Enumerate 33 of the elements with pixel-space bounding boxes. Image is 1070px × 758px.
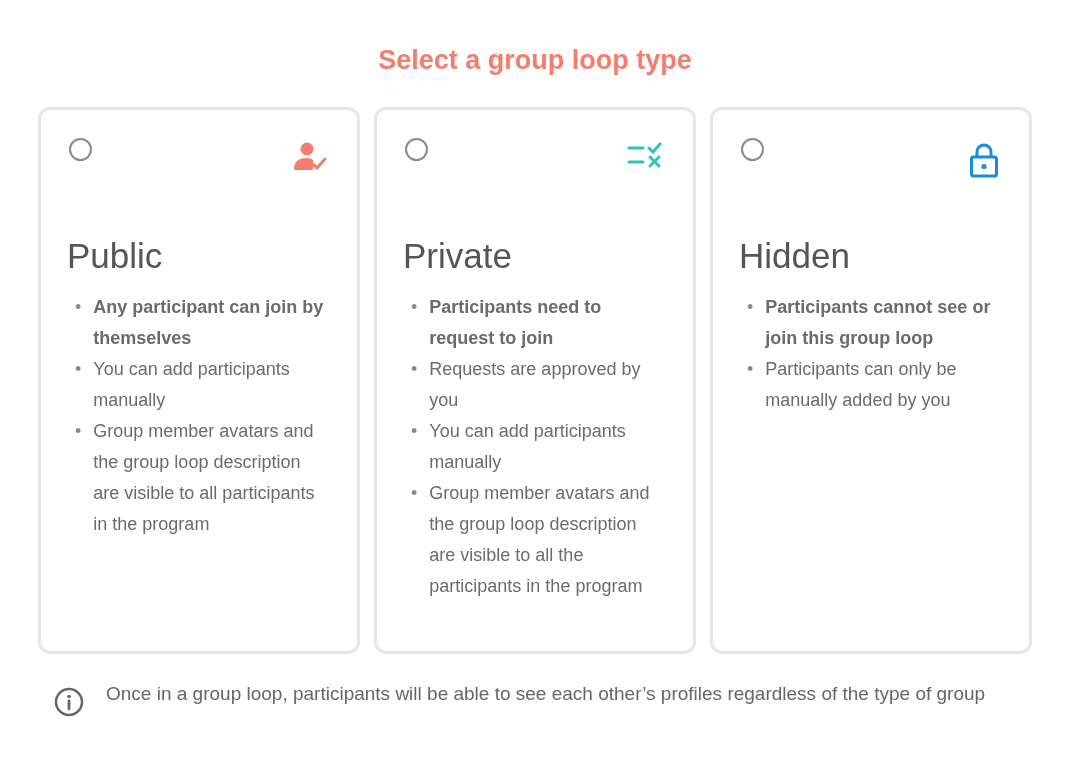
option-title: Private: [403, 234, 513, 277]
bullet-text: Group member avatars and the group loop description are visible to all participants in the program: [93, 420, 316, 536]
bullet-text: Participants need to request to join: [429, 296, 603, 350]
bullet-text: Any participant can join by themselves: [93, 296, 325, 350]
info-note: Once in a group loop, participants will be able to see each other’s profiles regardless of the type of group: [106, 681, 986, 706]
option-title: Public: [67, 234, 164, 277]
radio-button[interactable]: [69, 137, 92, 161]
option-card[interactable]: Hidden • Participants cannot see or join this group loop • Participants can only be manually added by you: [710, 106, 1032, 654]
bullet-text: Requests are approved by you: [429, 358, 642, 412]
bullet-marker: •: [747, 358, 754, 381]
bullet-marker: •: [747, 296, 754, 319]
lock-icon: [969, 141, 999, 178]
bullet-text: You can add participants manually: [429, 420, 627, 474]
option-card[interactable]: [374, 106, 696, 654]
option-title: Hidden: [739, 234, 851, 277]
bullet-marker: •: [411, 420, 418, 443]
bullet-marker: •: [411, 358, 418, 381]
bullet-text: Group member avatars and the group loop description are visible to all the participants in the program: [429, 482, 651, 598]
bullet-text: Participants can only be manually added by you: [765, 358, 958, 412]
bullet-marker: •: [75, 358, 82, 381]
bullet-marker: •: [75, 420, 82, 443]
list-check-icon: [627, 141, 663, 170]
radio-button[interactable]: [405, 137, 428, 161]
option-card[interactable]: Public • Any participant can join by themselves • You can add participants manually • Group member avatars and the group loop description are visible to all participants in the program: [38, 106, 360, 654]
radio-button[interactable]: [741, 137, 764, 161]
bullet-text: You can add participants manually: [93, 358, 291, 412]
bullet-marker: •: [411, 482, 418, 505]
bullet-marker: •: [411, 296, 418, 319]
info-icon: [54, 687, 84, 718]
person-check-icon: [293, 141, 327, 172]
page-title: Select a group loop type: [377, 44, 693, 77]
bullet-marker: •: [75, 296, 82, 319]
bullet-text: Participants cannot see or join this group loop: [765, 296, 992, 350]
